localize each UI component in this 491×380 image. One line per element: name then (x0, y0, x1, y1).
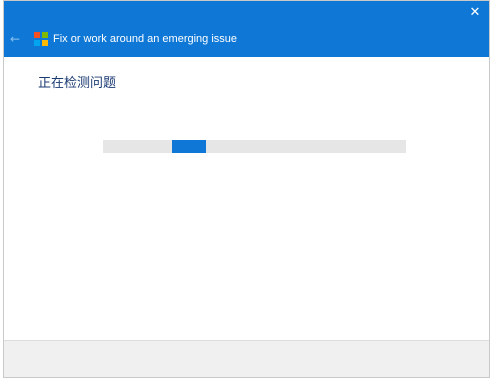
windows-logo-icon (34, 32, 48, 46)
progress-bar (103, 140, 406, 153)
back-arrow-icon[interactable]: ← (8, 31, 22, 47)
progress-indicator (172, 140, 206, 153)
page-heading: 正在检测问题 (38, 76, 117, 91)
close-icon[interactable]: ✕ (467, 5, 483, 21)
title-bar: ← Fix or work around an emerging issue ✕ (4, 1, 489, 57)
footer-bar (4, 340, 489, 377)
troubleshooter-window: ← Fix or work around an emerging issue ✕… (3, 0, 490, 378)
window-title: Fix or work around an emerging issue (53, 33, 238, 45)
